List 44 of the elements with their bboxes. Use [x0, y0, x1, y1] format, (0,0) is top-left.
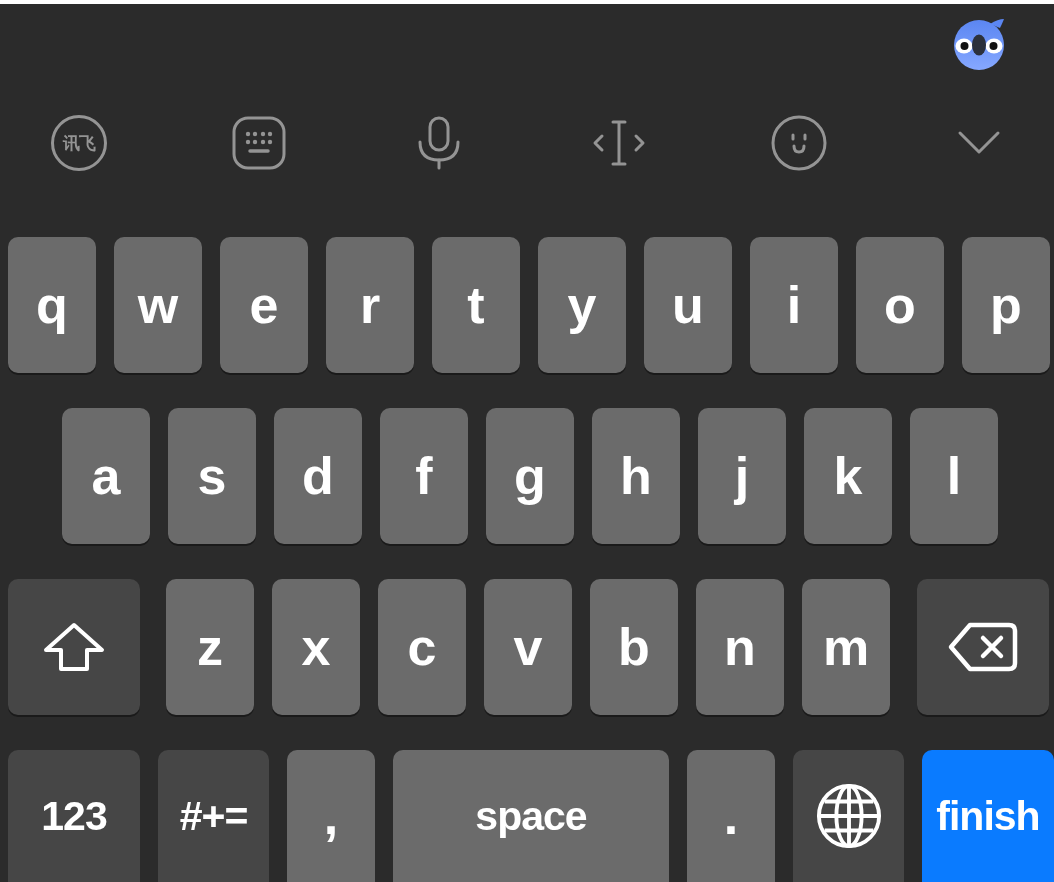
- text-cursor-icon[interactable]: [592, 119, 646, 167]
- punctuation-key[interactable]: ,: [287, 750, 375, 882]
- letter-key[interactable]: d: [274, 408, 362, 544]
- space-key[interactable]: space: [393, 750, 669, 882]
- letter-key[interactable]: z: [166, 579, 254, 715]
- letter-key[interactable]: b: [590, 579, 678, 715]
- keyboard-icon[interactable]: [232, 116, 286, 170]
- backspace-icon: [948, 622, 1018, 672]
- letter-key[interactable]: x: [272, 579, 360, 715]
- globe-key[interactable]: [793, 750, 904, 882]
- letter-key[interactable]: f: [380, 408, 468, 544]
- letter-key[interactable]: q: [8, 237, 96, 373]
- letter-key[interactable]: a: [62, 408, 150, 544]
- arrow-up-icon: [43, 622, 105, 672]
- punctuation-key[interactable]: .: [687, 750, 775, 882]
- letter-key[interactable]: n: [696, 579, 784, 715]
- microphone-icon[interactable]: [417, 116, 461, 170]
- letter-key[interactable]: r: [326, 237, 414, 373]
- return-key[interactable]: finish: [922, 750, 1054, 882]
- letter-key[interactable]: c: [378, 579, 466, 715]
- letter-key[interactable]: w: [114, 237, 202, 373]
- backspace-key[interactable]: [917, 579, 1049, 715]
- letter-key[interactable]: l: [910, 408, 998, 544]
- letter-key[interactable]: h: [592, 408, 680, 544]
- globe-icon: [815, 783, 882, 849]
- letter-key[interactable]: g: [486, 408, 574, 544]
- letter-key[interactable]: i: [750, 237, 838, 373]
- chevron-down-icon[interactable]: [957, 130, 1001, 156]
- symbols-key[interactable]: #+=: [158, 750, 269, 882]
- letter-key[interactable]: p: [962, 237, 1050, 373]
- letter-key[interactable]: j: [698, 408, 786, 544]
- letter-key[interactable]: e: [220, 237, 308, 373]
- shift-key[interactable]: [8, 579, 140, 715]
- numbers-key[interactable]: 123: [8, 750, 140, 882]
- letter-key[interactable]: t: [432, 237, 520, 373]
- letter-key[interactable]: u: [644, 237, 732, 373]
- letter-key[interactable]: s: [168, 408, 256, 544]
- smiley-icon[interactable]: [771, 115, 827, 171]
- letter-key[interactable]: o: [856, 237, 944, 373]
- logo-button[interactable]: 讯飞: [51, 115, 107, 171]
- letter-key[interactable]: y: [538, 237, 626, 373]
- letter-key[interactable]: m: [802, 579, 890, 715]
- letter-key[interactable]: v: [484, 579, 572, 715]
- letter-key[interactable]: k: [804, 408, 892, 544]
